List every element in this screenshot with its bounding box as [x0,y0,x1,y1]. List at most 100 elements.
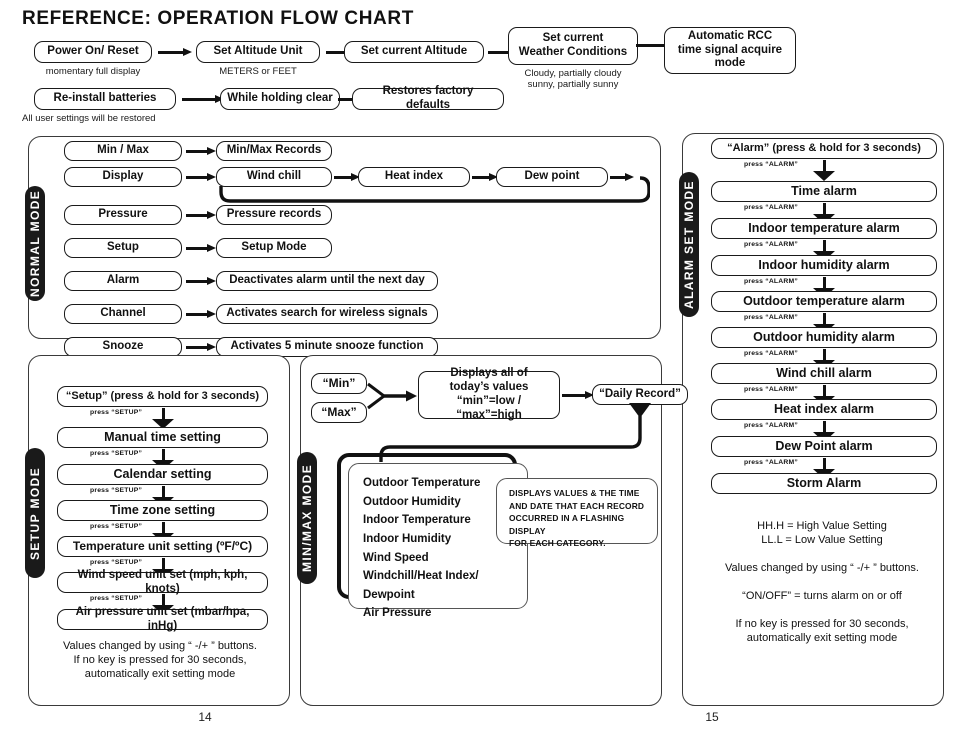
normal-row-3-right[interactable]: Setup Mode [216,238,332,258]
flow-box-reinstall-batteries[interactable]: Re-install batteries [34,88,176,110]
normal-row-2-left[interactable]: Pressure [64,205,182,225]
caption-meters-or-feet: METERS or FEET [219,66,297,77]
press-label-alarm-4: press “ALARM” [744,314,798,321]
setup-step-2[interactable]: Time zone setting [57,500,268,521]
arrow-normal-row-2 [186,211,216,220]
normal-row-3-left[interactable]: Setup [64,238,182,258]
alarm-entry-box[interactable]: “Alarm” (press & hold for 3 seconds) [711,138,937,159]
press-label-alarm-8: press “ALARM” [744,459,798,466]
page-title: REFERENCE: OPERATION FLOW CHART [22,8,414,29]
category-5: Windchill/Heat Index/ [363,570,479,583]
press-label-alarm-6: press “ALARM” [744,386,798,393]
operation-flow-chart-page: { "page": { "title": "REFERENCE: OPERATI… [0,0,954,738]
arrow-display-to-daily-record [562,391,594,400]
tab-setup-mode: SETUP MODE [25,448,45,578]
flow-box-set-current-altitude[interactable]: Set current Altitude [344,41,484,63]
alarm-step-4[interactable]: Outdoor humidity alarm [711,327,937,348]
press-label-alarm-2: press “ALARM” [744,241,798,248]
normal-row-5-right[interactable]: Activates search for wireless signals [216,304,438,324]
normal-row-4-left[interactable]: Alarm [64,271,182,291]
display-box-line-2: today’s values [449,381,529,394]
flow-box-set-weather-conditions[interactable]: Set current Weather Conditions [508,27,638,65]
flow-box-power-on-reset[interactable]: Power On/ Reset [34,41,152,63]
setup-step-4[interactable]: Wind speed unit set (mph, kph, knots) [57,569,268,595]
normal-row-4-right[interactable]: Deactivates alarm until the next day [216,271,438,291]
rcc-line-3: mode [714,57,746,70]
setup-step-1[interactable]: Calendar setting [57,464,268,485]
caption-momentary-full-display: momentary full display [45,66,141,77]
weather-line-2: Weather Conditions [518,46,628,58]
display-box-line-1: Displays all of [450,367,528,380]
setup-step-5[interactable]: Air pressure unit set (mbar/hpa, inHg) [57,606,268,632]
press-label-setup-2: press “SETUP” [90,487,143,494]
min-button[interactable]: “Min” [311,373,367,394]
alarm-note-1: LL.L = Low Value Setting [761,534,883,546]
alarm-step-6[interactable]: Heat index alarm [711,399,937,420]
arrow-power-to-altitude-unit [158,48,192,57]
connector-weather-to-rcc [636,44,666,47]
alarm-step-0[interactable]: Time alarm [711,181,937,202]
page-number-left: 14 [198,710,212,724]
alarm-note-5: “ON/OFF” = turns alarm on or off [742,590,902,602]
press-label-alarm-7: press “ALARM” [744,422,798,429]
arrow-normal-row-4 [186,277,216,286]
tab-normal-mode: NORMAL MODE [25,186,45,301]
category-7: Air Pressure [363,607,432,620]
setup-step-3[interactable]: Temperature unit setting (ºF/ºC) [57,536,268,557]
feedback-loop-wind-chill [219,176,650,203]
arrow-setup-step-0 [152,408,174,429]
description-line-2: OCCURRED IN A FLASHING DISPLAY [509,513,625,536]
setup-entry-box[interactable]: “Setup” (press & hold for 3 seconds) [57,386,268,407]
press-label-alarm-3: press “ALARM” [744,278,798,285]
normal-row-0-right[interactable]: Min/Max Records [216,141,332,161]
min-max-description-box: DISPLAYS VALUES & THE TIME AND DATE THAT… [496,478,658,548]
rcc-line-1: Automatic RCC [687,29,773,42]
normal-row-2-right[interactable]: Pressure records [216,205,332,225]
description-line-1: AND DATE THAT EACH RECORD [509,500,645,511]
category-4: Wind Speed [363,551,429,564]
setup-note-2: automatically exit setting mode [84,668,236,680]
alarm-step-3[interactable]: Outdoor temperature alarm [711,291,937,312]
alarm-note-3: Values changed by using “ -/+ ” buttons. [725,562,919,574]
normal-row-1-left[interactable]: Display [64,167,182,187]
arrow-normal-row-5 [186,310,216,319]
press-label-setup-1: press “SETUP” [90,450,143,457]
alarm-step-7[interactable]: Dew Point alarm [711,436,937,457]
flow-box-set-altitude-unit[interactable]: Set Altitude Unit [196,41,320,63]
alarm-step-1[interactable]: Indoor temperature alarm [711,218,937,239]
normal-row-0-left[interactable]: Min / Max [64,141,182,161]
arrow-reinstall-to-holding-clear [182,95,224,104]
normal-row-6-right[interactable]: Activates 5 minute snooze function [216,337,438,357]
weather-line-1: Set current [542,32,604,45]
caption-all-user-settings-restored: All user settings will be restored [22,113,156,124]
press-label-alarm-5: press “ALARM” [744,350,798,357]
alarm-note-8: automatically exit setting mode [746,632,898,644]
arrow-normal-row-3 [186,244,216,253]
category-6: Dewpoint [363,588,415,601]
description-line-3: FOR EACH CATEGORY. [509,538,606,549]
daily-record-label: “Daily Record” [599,387,681,400]
arrow-normal-row-6 [186,343,216,352]
arrow-alarm-step-0 [813,160,835,181]
arrow-normal-row-0 [186,147,216,156]
press-label-setup-0: press “SETUP” [90,409,143,416]
press-label-alarm-0: press “ALARM” [744,161,798,168]
flow-box-while-holding-clear[interactable]: While holding clear [220,88,340,110]
alarm-step-5[interactable]: Wind chill alarm [711,363,937,384]
press-label-setup-4: press “SETUP” [90,559,143,566]
normal-row-6-left[interactable]: Snooze [64,337,182,357]
alarm-step-8[interactable]: Storm Alarm [711,473,937,494]
page-number-right: 15 [705,710,719,724]
press-label-setup-5: press “SETUP” [90,595,143,602]
caption-weather-line-2: sunny, partially sunny [527,79,619,90]
description-line-0: DISPLAYS VALUES & THE TIME [509,488,640,498]
tab-min-max-mode: MIN/MAX MODE [297,452,317,584]
tab-alarm-set-mode: ALARM SET MODE [679,172,699,317]
rcc-line-2: time signal acquire [677,43,783,56]
alarm-step-2[interactable]: Indoor humidity alarm [711,255,937,276]
normal-row-5-left[interactable]: Channel [64,304,182,324]
flow-box-restores-factory-defaults[interactable]: Restores factory defaults [352,85,504,111]
press-label-alarm-1: press “ALARM” [744,204,798,211]
flow-box-automatic-rcc[interactable]: Automatic RCC time signal acquire mode [664,27,796,74]
setup-step-0[interactable]: Manual time setting [57,427,268,448]
